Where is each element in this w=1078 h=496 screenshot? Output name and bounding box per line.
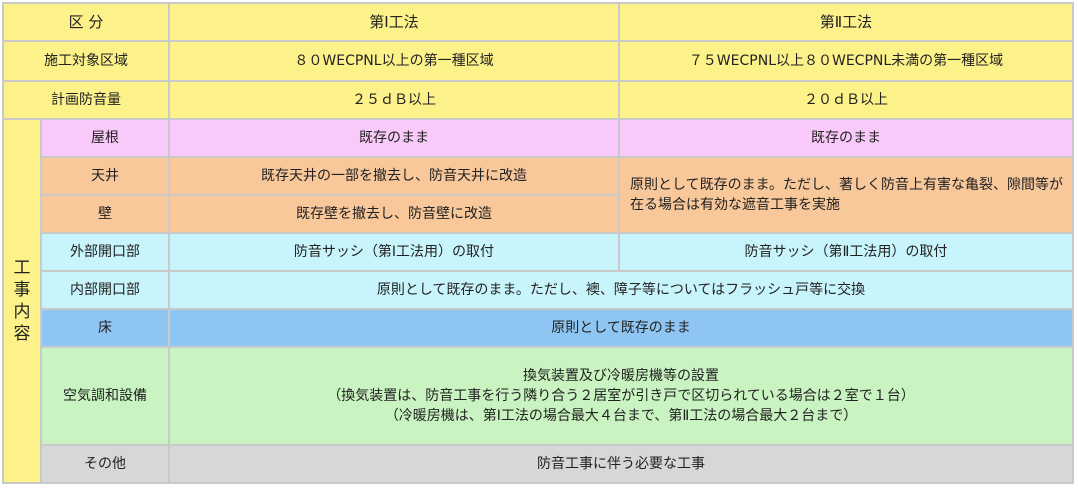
exterior-openings-label: 外部開口部 [40,232,170,272]
exterior-openings-row: 外部開口部 防音サッシ（第Ⅰ工法用）の取付 防音サッシ（第Ⅱ工法用）の取付 [3,232,1074,272]
roof-label: 屋根 [40,118,170,158]
sound-reduction-method2: ２０ｄＢ以上 [618,80,1074,120]
floor-label: 床 [40,308,170,348]
method2-header: 第Ⅱ工法 [618,2,1074,42]
ceiling-method1: 既存天井の一部を撤去し、防音天井に改造 [168,156,620,196]
method1-header: 第Ⅰ工法 [168,2,620,42]
sound-reduction-row: 計画防音量 ２５ｄＢ以上 ２０ｄＢ以上 [2,80,1074,120]
works-label-char: 工 [13,258,31,278]
target-area-label: 施工対象区域 [2,40,170,82]
floor-both: 原則として既存のまま [168,308,1074,348]
category-header: 区 分 [2,2,170,42]
air-conditioning-label: 空気調和設備 [40,346,170,446]
ceiling-wall-method2: 原則として既存のまま。ただし、著しく防音上有害な亀裂、隙間等が在る場合は有効な遮… [618,156,1074,234]
roof-method1: 既存のまま [168,118,620,158]
exterior-openings-method2: 防音サッシ（第Ⅱ工法用）の取付 [618,232,1074,272]
roof-row: 工 事 内 容 屋根 既存のまま 既存のまま [2,118,1074,484]
soundproofing-methods-table: 区 分 第Ⅰ工法 第Ⅱ工法 施工対象区域 ８０WECPNL以上の第一種区域 ７５… [2,2,1074,484]
air-conditioning-line2: （換気装置は、防音工事を行う隣り合う２居室が引き戸で区切られている場合は２室で１… [327,388,915,404]
interior-openings-row: 内部開口部 原則として既存のまま。ただし、襖、障子等についてはフラッシュ戸等に交… [3,270,1074,310]
roof-method2: 既存のまま [618,118,1074,158]
target-area-row: 施工対象区域 ８０WECPNL以上の第一種区域 ７５WECPNL以上８０WECP… [2,40,1074,82]
air-conditioning-line1: 換気装置及び冷暖房機等の設置 [523,368,719,384]
sound-reduction-label: 計画防音量 [2,80,170,120]
interior-openings-label: 内部開口部 [40,270,170,310]
works-content-label: 工 事 内 容 [2,118,42,484]
other-row: その他 防音工事に伴う必要な工事 [3,444,1074,484]
works-label-char: 事 [13,280,31,300]
works-label-char: 容 [13,324,31,344]
ceiling-label: 天井 [40,156,170,196]
works-label-char: 内 [13,302,31,322]
exterior-openings-method1: 防音サッシ（第Ⅰ工法用）の取付 [168,232,620,272]
wall-label: 壁 [40,194,170,234]
other-both: 防音工事に伴う必要な工事 [168,444,1074,484]
header-row: 区 分 第Ⅰ工法 第Ⅱ工法 [2,2,1074,42]
air-conditioning-line3: （冷暖房機は、第Ⅰ工法の場合最大４台まで、第Ⅱ工法の場合最大２台まで） [384,408,858,424]
air-conditioning-both: 換気装置及び冷暖房機等の設置 （換気装置は、防音工事を行う隣り合う２居室が引き戸… [168,346,1074,446]
floor-row: 床 原則として既存のまま [3,308,1074,348]
sound-reduction-method1: ２５ｄＢ以上 [168,80,620,120]
comparison-table-container: 区 分 第Ⅰ工法 第Ⅱ工法 施工対象区域 ８０WECPNL以上の第一種区域 ７５… [2,2,1076,492]
air-conditioning-row: 空気調和設備 換気装置及び冷暖房機等の設置 （換気装置は、防音工事を行う隣り合う… [3,346,1074,446]
ceiling-row: 天井 既存天井の一部を撤去し、防音天井に改造 原則として既存のまま。ただし、著し… [3,156,1074,234]
wall-method1: 既存壁を撤去し、防音壁に改造 [168,194,620,234]
target-area-method2: ７５WECPNL以上８０WECPNL未満の第一種区域 [618,40,1074,82]
target-area-method1: ８０WECPNL以上の第一種区域 [168,40,620,82]
other-label: その他 [40,444,170,484]
interior-openings-both: 原則として既存のまま。ただし、襖、障子等についてはフラッシュ戸等に交換 [168,270,1074,310]
